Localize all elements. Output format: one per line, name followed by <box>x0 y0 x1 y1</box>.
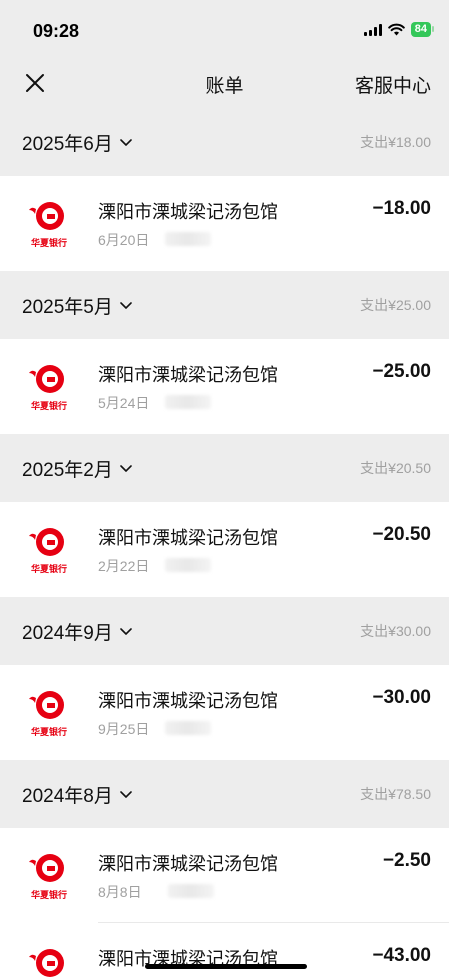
month-selector[interactable]: 2025年5月 <box>22 292 133 319</box>
chevron-down-icon <box>120 465 132 472</box>
transaction-row[interactable]: 华夏银行 溧阳市溧城梁记汤包馆 6月20日 −18.00 <box>0 176 449 271</box>
merchant-name: 溧阳市溧城梁记汤包馆 <box>98 202 278 222</box>
merchant-name: 溧阳市溧城梁记汤包馆 <box>98 691 278 711</box>
transaction-row[interactable]: 华夏银行 溧阳市溧城梁记汤包馆 9月25日 −30.00 <box>0 665 449 760</box>
merchant-name: 溧阳市溧城梁记汤包馆 <box>98 365 278 385</box>
month-header: 2025年6月 支出¥18.00 <box>0 108 449 176</box>
bill-list: 2025年6月 支出¥18.00 华夏银行 溧阳市溧城梁记汤包馆 6月20日 −… <box>0 108 449 979</box>
blurred-time <box>168 884 214 898</box>
month-label: 2024年9月 <box>22 622 113 644</box>
month-selector[interactable]: 2025年6月 <box>22 129 133 156</box>
bank-logo: 华夏银行 <box>22 522 76 576</box>
month-expense-total: 支出¥25.00 <box>360 297 431 313</box>
chevron-down-icon <box>120 302 132 309</box>
bank-logo: 华夏银行 <box>22 685 76 739</box>
bank-logo-text: 华夏银行 <box>30 238 67 248</box>
battery-indicator: 84 <box>410 22 435 37</box>
bank-logo: 华夏银行 <box>22 359 76 413</box>
bank-logo-text: 华夏银行 <box>30 564 67 574</box>
bank-logo: 华夏银行 <box>22 196 76 250</box>
transaction-amount: −25.00 <box>372 361 431 382</box>
home-indicator <box>145 964 307 969</box>
transaction-date: 5月24日 <box>98 395 150 411</box>
chevron-down-icon <box>120 791 132 798</box>
month-label: 2024年8月 <box>22 785 113 807</box>
bank-logo: 华夏银行 <box>22 848 76 902</box>
chevron-down-icon <box>120 139 132 146</box>
transaction-row[interactable]: 华夏银行 溧阳市溧城梁记汤包馆 −43.00 <box>0 923 449 979</box>
transaction-row[interactable]: 华夏银行 溧阳市溧城梁记汤包馆 8月8日 −2.50 <box>0 828 449 923</box>
month-label: 2025年6月 <box>22 133 113 155</box>
blurred-time <box>165 721 211 735</box>
bank-logo-text: 华夏银行 <box>30 401 67 411</box>
month-header: 2024年8月 支出¥78.50 <box>0 760 449 828</box>
bank-logo-text: 华夏银行 <box>30 890 67 900</box>
month-expense-total: 支出¥78.50 <box>360 786 431 802</box>
transaction-date: 6月20日 <box>98 232 150 248</box>
month-header: 2025年2月 支出¥20.50 <box>0 434 449 502</box>
month-header: 2024年9月 支出¥30.00 <box>0 597 449 665</box>
status-bar: 09:28 84 <box>0 0 449 58</box>
month-expense-total: 支出¥30.00 <box>360 623 431 639</box>
customer-service-button[interactable]: 客服中心 <box>355 71 431 98</box>
bank-logo-text: 华夏银行 <box>30 727 67 737</box>
bank-logo: 华夏银行 <box>22 943 76 979</box>
status-icons: 84 <box>363 22 435 37</box>
transaction-row[interactable]: 华夏银行 溧阳市溧城梁记汤包馆 2月22日 −20.50 <box>0 502 449 597</box>
merchant-name: 溧阳市溧城梁记汤包馆 <box>98 854 278 874</box>
wifi-icon <box>387 23 405 36</box>
month-header: 2025年5月 支出¥25.00 <box>0 271 449 339</box>
month-selector[interactable]: 2024年9月 <box>22 618 133 645</box>
transaction-amount: −18.00 <box>372 198 431 219</box>
transaction-amount: −30.00 <box>372 687 431 708</box>
month-expense-total: 支出¥20.50 <box>360 460 431 476</box>
blurred-time <box>165 395 211 409</box>
chevron-down-icon <box>120 628 132 635</box>
month-label: 2025年5月 <box>22 296 113 318</box>
transaction-row[interactable]: 华夏银行 溧阳市溧城梁记汤包馆 5月24日 −25.00 <box>0 339 449 434</box>
transaction-date: 8月8日 <box>98 884 142 900</box>
transaction-amount: −20.50 <box>372 524 431 545</box>
transaction-amount: −2.50 <box>382 850 431 871</box>
month-expense-total: 支出¥18.00 <box>360 134 431 150</box>
nav-bar: 账单 客服中心 <box>0 58 449 108</box>
blurred-time <box>165 558 211 572</box>
transaction-date: 9月25日 <box>98 721 150 737</box>
transaction-date: 2月22日 <box>98 558 150 574</box>
blurred-time <box>165 232 211 246</box>
signal-icon <box>363 23 382 36</box>
status-time: 09:28 <box>33 21 80 41</box>
merchant-name: 溧阳市溧城梁记汤包馆 <box>98 528 278 548</box>
month-label: 2025年2月 <box>22 459 113 481</box>
transaction-amount: −43.00 <box>372 945 431 966</box>
month-selector[interactable]: 2024年8月 <box>22 781 133 808</box>
month-selector[interactable]: 2025年2月 <box>22 455 133 482</box>
